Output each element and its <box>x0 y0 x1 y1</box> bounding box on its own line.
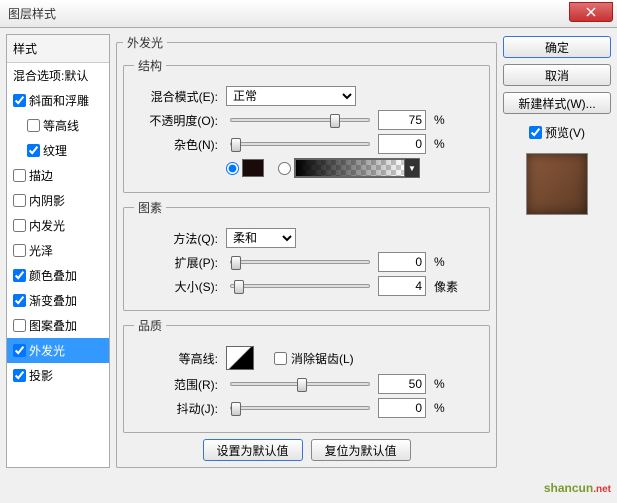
ok-button[interactable]: 确定 <box>503 36 611 58</box>
jitter-input[interactable] <box>378 398 426 418</box>
outer-glow-panel: 外发光 结构 混合模式(E): 正常 不透明度(O): % 杂色(N): <box>116 34 497 468</box>
opacity-slider[interactable] <box>230 118 370 122</box>
sidebar-checkbox-11[interactable] <box>13 369 26 382</box>
sidebar-item-7[interactable]: 颜色叠加 <box>7 263 109 288</box>
sidebar-item-5[interactable]: 内发光 <box>7 213 109 238</box>
color-swatch[interactable] <box>242 159 264 177</box>
blend-mode-label: 混合模式(E): <box>134 88 222 105</box>
contour-label: 等高线: <box>134 350 222 367</box>
color-radio[interactable] <box>226 162 239 175</box>
structure-group: 结构 混合模式(E): 正常 不透明度(O): % 杂色(N): % <box>123 57 490 193</box>
panel-title: 外发光 <box>123 34 167 51</box>
blend-options-item[interactable]: 混合选项:默认 <box>7 63 109 88</box>
sidebar-item-3[interactable]: 描边 <box>7 163 109 188</box>
size-input[interactable] <box>378 276 426 296</box>
sidebar-item-6[interactable]: 光泽 <box>7 238 109 263</box>
sidebar-item-2[interactable]: 纹理 <box>7 138 109 163</box>
sidebar-header: 样式 <box>7 35 109 63</box>
sidebar-item-9[interactable]: 图案叠加 <box>7 313 109 338</box>
sidebar-checkbox-1[interactable] <box>27 119 40 132</box>
antialias-checkbox[interactable] <box>274 352 287 365</box>
opacity-input[interactable] <box>378 110 426 130</box>
sidebar-item-11[interactable]: 投影 <box>7 363 109 388</box>
noise-label: 杂色(N): <box>134 136 222 153</box>
close-button[interactable] <box>569 2 613 22</box>
spread-label: 扩展(P): <box>134 254 222 271</box>
jitter-slider[interactable] <box>230 406 370 410</box>
size-slider[interactable] <box>230 284 370 288</box>
sidebar-item-8[interactable]: 渐变叠加 <box>7 288 109 313</box>
preview-label: 预览(V) <box>545 124 585 141</box>
opacity-label: 不透明度(O): <box>134 112 222 129</box>
chevron-down-icon[interactable]: ▼ <box>405 159 419 177</box>
range-input[interactable] <box>378 374 426 394</box>
titlebar: 图层样式 <box>0 0 617 28</box>
preview-checkbox[interactable] <box>529 126 542 139</box>
sidebar-checkbox-5[interactable] <box>13 219 26 232</box>
watermark: shancun.net <box>544 479 611 497</box>
sidebar-item-1[interactable]: 等高线 <box>7 113 109 138</box>
sidebar-checkbox-0[interactable] <box>13 94 26 107</box>
sidebar-checkbox-7[interactable] <box>13 269 26 282</box>
gradient-radio[interactable] <box>278 162 291 175</box>
sidebar-checkbox-4[interactable] <box>13 194 26 207</box>
sidebar-item-10[interactable]: 外发光 <box>7 338 109 363</box>
sidebar-checkbox-10[interactable] <box>13 344 26 357</box>
noise-slider[interactable] <box>230 142 370 146</box>
sidebar-item-4[interactable]: 内阴影 <box>7 188 109 213</box>
sidebar-checkbox-3[interactable] <box>13 169 26 182</box>
sidebar-checkbox-2[interactable] <box>27 144 40 157</box>
styles-sidebar: 样式 混合选项:默认 斜面和浮雕等高线纹理描边内阴影内发光光泽颜色叠加渐变叠加图… <box>6 34 110 468</box>
elements-group: 图素 方法(Q): 柔和 扩展(P): % 大小(S): 像素 <box>123 199 490 311</box>
jitter-label: 抖动(J): <box>134 400 222 417</box>
sidebar-checkbox-6[interactable] <box>13 244 26 257</box>
contour-picker[interactable] <box>226 346 254 370</box>
range-slider[interactable] <box>230 382 370 386</box>
preview-thumbnail <box>526 153 588 215</box>
technique-select[interactable]: 柔和 <box>226 228 296 248</box>
quality-group: 品质 等高线: 消除锯齿(L) 范围(R): % 抖动(J): <box>123 317 490 433</box>
new-style-button[interactable]: 新建样式(W)... <box>503 92 611 114</box>
sidebar-checkbox-8[interactable] <box>13 294 26 307</box>
close-icon <box>586 7 596 17</box>
technique-label: 方法(Q): <box>134 230 222 247</box>
sidebar-item-0[interactable]: 斜面和浮雕 <box>7 88 109 113</box>
reset-default-button[interactable]: 复位为默认值 <box>311 439 411 461</box>
range-label: 范围(R): <box>134 376 222 393</box>
spread-slider[interactable] <box>230 260 370 264</box>
sidebar-checkbox-9[interactable] <box>13 319 26 332</box>
window-title: 图层样式 <box>8 5 56 22</box>
size-label: 大小(S): <box>134 278 222 295</box>
blend-mode-select[interactable]: 正常 <box>226 86 356 106</box>
cancel-button[interactable]: 取消 <box>503 64 611 86</box>
spread-input[interactable] <box>378 252 426 272</box>
set-default-button[interactable]: 设置为默认值 <box>203 439 303 461</box>
noise-input[interactable] <box>378 134 426 154</box>
antialias-label: 消除锯齿(L) <box>291 350 354 367</box>
gradient-picker[interactable]: ▼ <box>294 158 420 178</box>
